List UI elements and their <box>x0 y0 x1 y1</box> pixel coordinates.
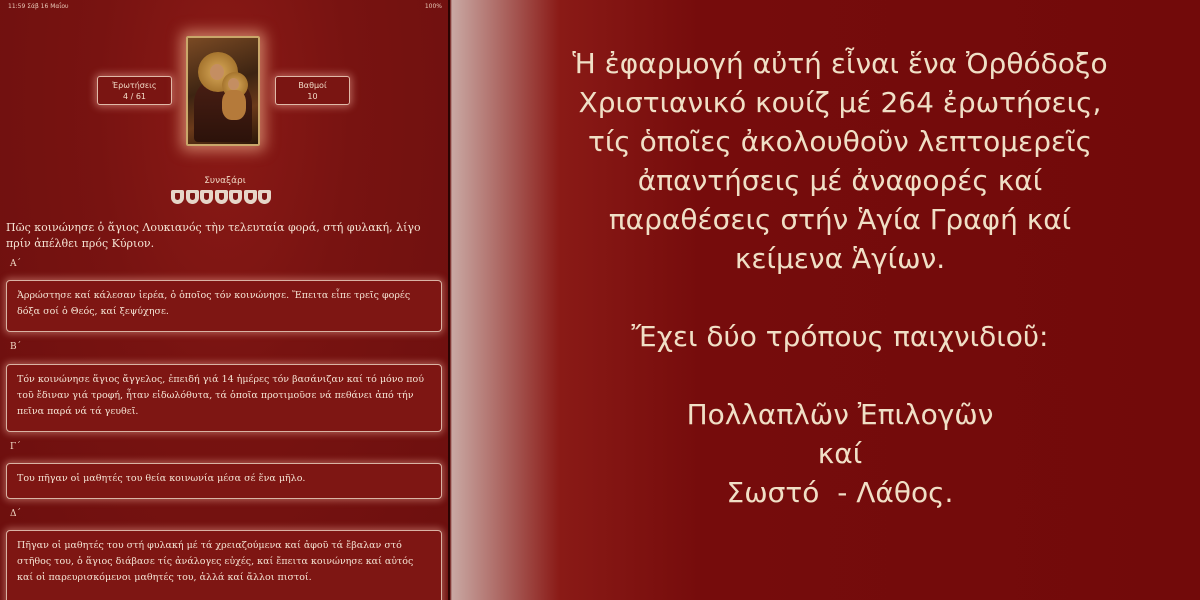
status-bar: 11:59 Σάβ 16 Μαΐου 100% <box>0 0 448 12</box>
points-counter: Βαθμοί 10 <box>275 76 350 105</box>
shield-icon <box>171 190 184 204</box>
answer-option-a[interactable]: Ἀρρώστησε καί κάλεσαν ἱερέα, ὁ ὁποῖος τό… <box>6 280 442 332</box>
questions-counter: Ἐρωτήσεις 4 / 61 <box>97 76 172 105</box>
points-label: Βαθμοί <box>298 81 327 90</box>
questions-value: 4 / 61 <box>122 92 147 101</box>
app-screenshot: 11:59 Σάβ 16 Μαΐου 100% Ἐρωτήσεις 4 / 61… <box>0 0 450 600</box>
shield-icon <box>185 190 199 204</box>
points-value: 10 <box>307 92 318 101</box>
answer-option-d[interactable]: Πῆγαν οἱ μαθητές του στή φυλακή μέ τά χρ… <box>6 530 442 600</box>
shield-icon <box>258 190 271 204</box>
answer-label-c: Γ΄ <box>10 442 21 452</box>
category-title: Συναξάρι <box>204 176 246 186</box>
answer-label-b: Β΄ <box>10 342 22 352</box>
shield-icon <box>200 190 213 204</box>
shield-icon <box>214 190 228 204</box>
battery-indicator: 100% <box>424 2 442 10</box>
answer-option-b[interactable]: Τόν κοινώνησε ἅγιος ἄγγελος, ἐπειδή γιά … <box>6 364 442 432</box>
theotokos-icon <box>186 36 260 146</box>
answer-label-d: Δ΄ <box>10 509 21 519</box>
lives-shields <box>171 190 271 204</box>
shield-icon <box>243 190 257 204</box>
shield-icon <box>229 190 242 204</box>
answer-label-a: Α΄ <box>10 259 21 269</box>
questions-label: Ἐρωτήσεις <box>112 81 157 90</box>
question-text: Πῶς κοινώνησε ὁ ἅγιος Λουκιανός τὴν τελε… <box>6 221 421 250</box>
promo-description: Ἡ ἐφαρμογή αὐτή εἶναι ἕνα Ὀρθόδοξο Χριστ… <box>572 47 1108 509</box>
status-time: 11:59 Σάβ 16 Μαΐου <box>8 2 69 10</box>
answer-option-c[interactable]: Του πῆγαν οἱ μαθητές του θεία κοινωνία μ… <box>6 463 442 499</box>
